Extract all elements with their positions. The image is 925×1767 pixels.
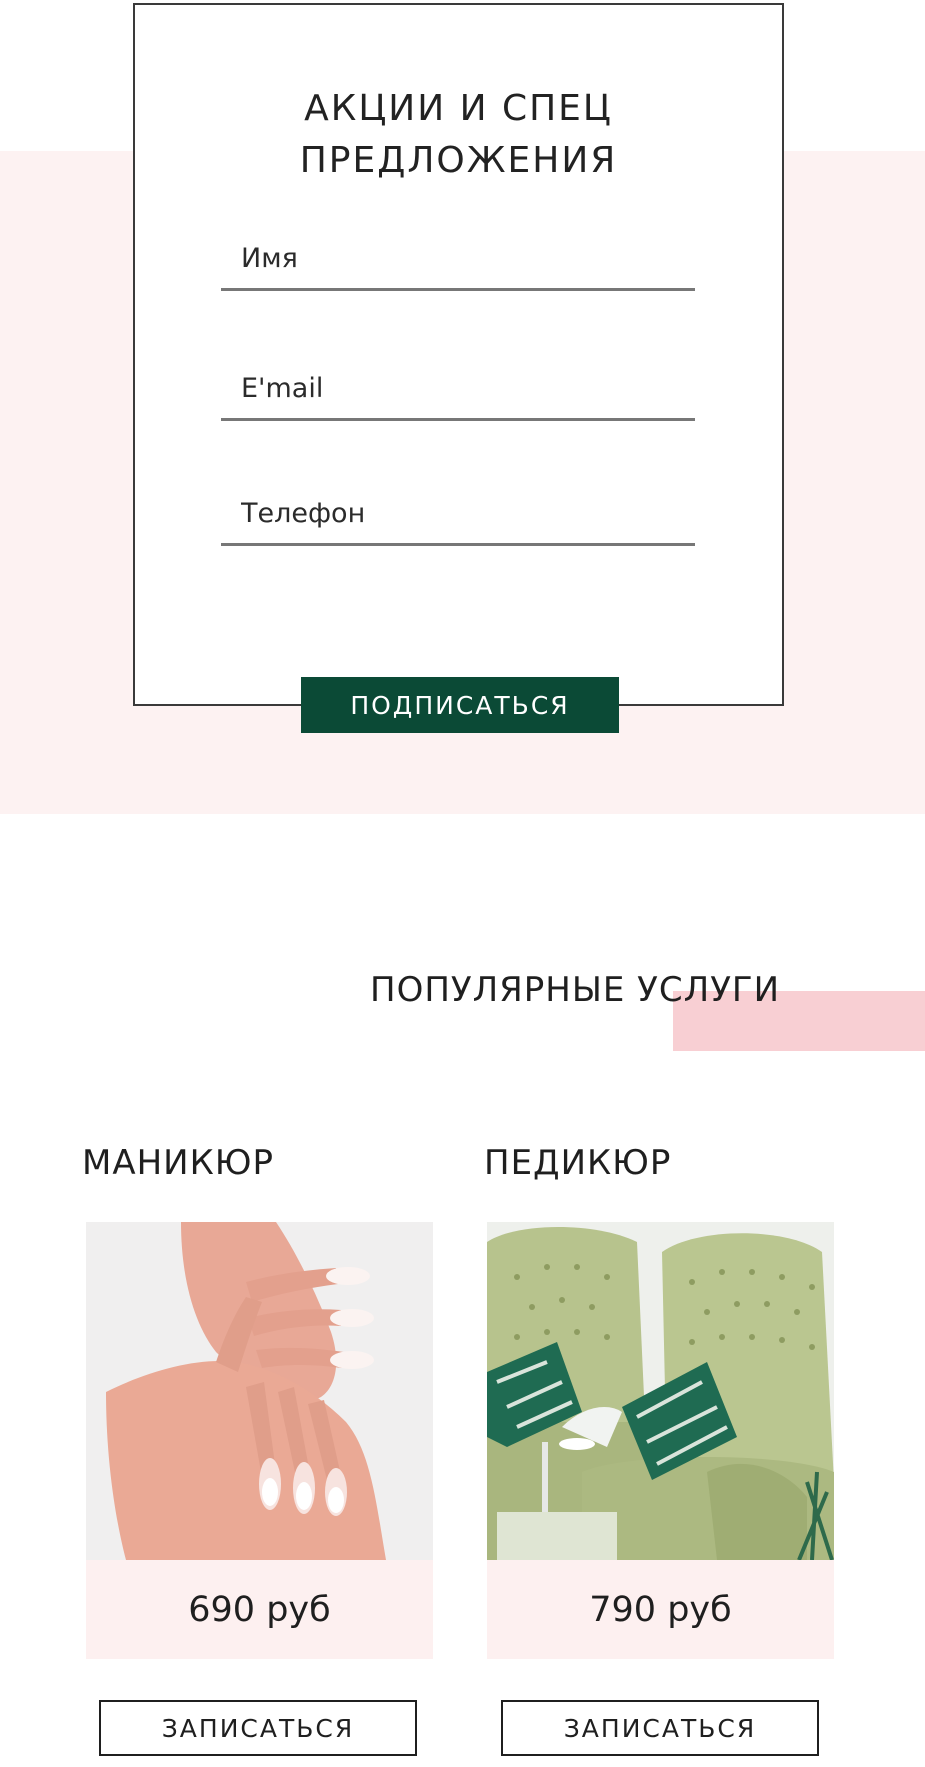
email-field	[221, 359, 695, 421]
subscribe-title-line1: АКЦИИ И СПЕЦ	[304, 88, 613, 129]
popular-services-title: ПОПУЛЯРНЫЕ УСЛУГИ	[370, 970, 781, 1010]
book-manicure-button[interactable]: ЗАПИСАТЬСЯ	[99, 1700, 417, 1756]
price-pedicure: 790 руб	[487, 1560, 834, 1659]
book-pedicure-button[interactable]: ЗАПИСАТЬСЯ	[501, 1700, 819, 1756]
phone-field	[221, 484, 695, 546]
name-input[interactable]	[221, 229, 695, 288]
email-input[interactable]	[221, 359, 695, 418]
subscribe-form: АКЦИИ И СПЕЦ ПРЕДЛОЖЕНИЯ	[133, 3, 784, 706]
phone-input[interactable]	[221, 484, 695, 543]
name-field	[221, 229, 695, 291]
pedicure-photo[interactable]	[487, 1222, 834, 1560]
price-manicure: 690 руб	[86, 1560, 433, 1659]
subscribe-form-title: АКЦИИ И СПЕЦ ПРЕДЛОЖЕНИЯ	[135, 83, 782, 187]
service-name-pedicure: ПЕДИКЮР	[484, 1143, 672, 1183]
subscribe-button[interactable]: ПОДПИСАТЬСЯ	[301, 677, 619, 733]
service-name-manicure: МАНИКЮР	[82, 1143, 274, 1183]
manicure-photo[interactable]	[86, 1222, 433, 1560]
subscribe-title-line2: ПРЕДЛОЖЕНИЯ	[299, 140, 618, 182]
